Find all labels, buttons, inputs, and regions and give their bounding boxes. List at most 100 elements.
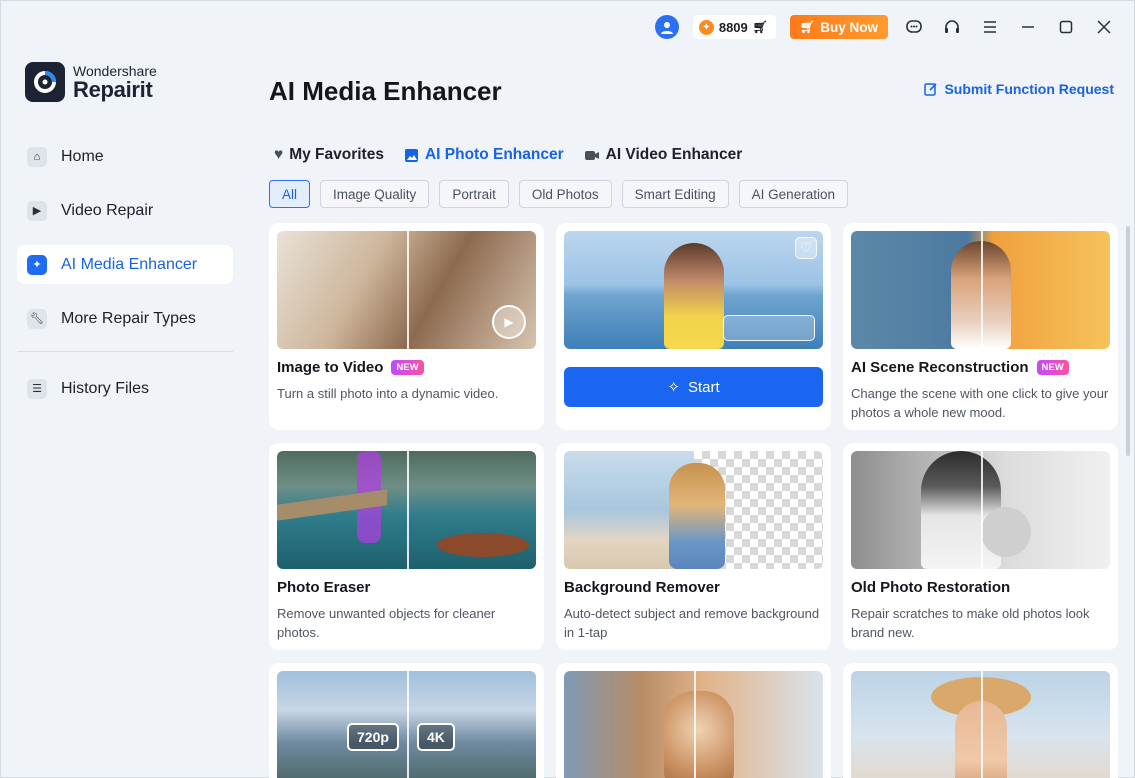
card-old-photo-restoration[interactable]: Old Photo Restoration Repair scratches t… — [843, 443, 1118, 650]
card-title-text: AI Scene Reconstruction — [851, 359, 1029, 376]
card-photo-enhancer[interactable] — [556, 663, 831, 778]
start-button[interactable]: ✧ Start — [564, 367, 823, 407]
card-description: Remove unwanted objects for cleaner phot… — [277, 606, 496, 640]
compare-divider — [406, 451, 409, 569]
boat-shape — [437, 533, 529, 557]
card-photo-eraser[interactable]: Photo Eraser Remove unwanted objects for… — [269, 443, 544, 650]
tab-ai-video-enhancer[interactable]: AI Video Enhancer — [584, 146, 742, 164]
brand-line2: Repairit — [73, 76, 153, 102]
tab-label: My Favorites — [289, 146, 384, 163]
favorite-heart-icon[interactable]: ♡ — [795, 237, 817, 259]
credits-count: 8809 — [718, 19, 748, 35]
baby-figure — [981, 507, 1031, 557]
wrench-icon: 🔧︎ — [27, 308, 47, 329]
card-image-to-video[interactable]: ▶ Image to Video NEW Turn a still photo … — [269, 223, 544, 430]
sidebar-item-label: AI Media Enhancer — [61, 255, 198, 273]
cart-icon: 🛒︎ — [752, 20, 768, 34]
sidebar-item-more-repair-types[interactable]: 🔧︎ More Repair Types — [17, 299, 233, 338]
image-icon — [404, 148, 418, 162]
filter-smart-editing[interactable]: Smart Editing — [621, 180, 729, 208]
image-to-video-thumbnail: ▶ — [277, 231, 536, 349]
play-icon[interactable]: ▶ — [492, 305, 526, 339]
background-remover-thumbnail — [564, 451, 823, 569]
cat-thumbnail — [564, 671, 823, 778]
menu-icon[interactable] — [978, 15, 1002, 39]
buy-now-button[interactable]: 🛒︎ Buy Now — [790, 15, 888, 39]
photo-eraser-thumbnail — [277, 451, 536, 569]
sidebar-item-home[interactable]: ⌂ Home — [17, 137, 233, 176]
app-logo: Wondershare Repairit — [25, 62, 157, 102]
sidebar-item-label: Home — [61, 147, 104, 165]
compare-divider — [406, 671, 409, 778]
buy-now-label: Buy Now — [820, 19, 878, 35]
new-badge: NEW — [1036, 360, 1069, 375]
upscale-thumbnail: 720p 4K — [277, 671, 536, 778]
compare-divider — [693, 671, 696, 778]
play-icon: ▶ — [27, 200, 47, 221]
portrait-thumbnail — [851, 671, 1110, 778]
featured-thumbnail: ♡ — [564, 231, 823, 349]
card-portrait-enhancer[interactable] — [843, 663, 1118, 778]
compare-divider — [980, 451, 983, 569]
card-video-upscaler[interactable]: 720p 4K — [269, 663, 544, 778]
filter-portrait[interactable]: Portrait — [439, 180, 509, 208]
card-title: Background Remover — [564, 579, 823, 596]
sidebar-item-label: Video Repair — [61, 201, 154, 219]
enhancer-tabs: ♥ My Favorites AI Photo Enhancer AI Vide… — [274, 146, 742, 164]
cat-figure — [664, 691, 734, 778]
new-badge: NEW — [391, 360, 424, 375]
card-ai-scene-reconstruction[interactable]: AI Scene Reconstruction NEW Change the s… — [843, 223, 1118, 430]
sidebar-item-history-files[interactable]: ☰ History Files — [17, 369, 233, 408]
resolution-tag-4k: 4K — [417, 723, 455, 751]
card-featured-start[interactable]: ♡ ✧ Start — [556, 223, 831, 430]
feature-grid: ▶ Image to Video NEW Turn a still photo … — [269, 223, 1121, 778]
sidebar-item-label: History Files — [61, 379, 150, 397]
filter-old-photos[interactable]: Old Photos — [518, 180, 612, 208]
user-avatar-icon[interactable] — [654, 15, 679, 39]
card-title-text: Background Remover — [564, 579, 720, 596]
card-title: AI Scene Reconstruction NEW — [851, 359, 1110, 376]
repairit-logo-icon — [25, 62, 65, 102]
cart-icon: 🛒︎ — [800, 20, 816, 34]
start-label: Start — [687, 378, 720, 396]
submit-function-request-link[interactable]: Submit Function Request — [924, 81, 1114, 97]
home-icon: ⌂ — [27, 146, 47, 167]
sidebar-item-label: More Repair Types — [61, 309, 196, 327]
content-scrollbar[interactable] — [1126, 226, 1130, 456]
card-title-text: Old Photo Restoration — [851, 579, 1011, 596]
sparkle-icon: ✧ — [667, 379, 680, 396]
card-background-remover[interactable]: Background Remover Auto-detect subject a… — [556, 443, 831, 650]
resolution-tag-720p: 720p — [347, 723, 399, 751]
edit-icon — [924, 83, 938, 96]
filter-ai-generation[interactable]: AI Generation — [738, 180, 848, 208]
title-bar: ✦ 8809 🛒︎ 🛒︎ Buy Now — [1, 1, 1134, 53]
chat-icon[interactable] — [902, 15, 926, 39]
sidebar-item-ai-media-enhancer[interactable]: ✦ AI Media Enhancer — [17, 245, 233, 284]
filter-image-quality[interactable]: Image Quality — [320, 180, 430, 208]
filter-all[interactable]: All — [269, 180, 311, 208]
sidebar-nav: ⌂ Home ▶ Video Repair ✦ AI Media Enhance… — [17, 137, 233, 423]
credits-badge[interactable]: ✦ 8809 🛒︎ — [692, 15, 776, 39]
minimize-icon[interactable] — [1016, 15, 1040, 39]
compare-divider — [406, 231, 409, 349]
tab-ai-photo-enhancer[interactable]: AI Photo Enhancer — [404, 146, 564, 164]
coin-icon: ✦ — [698, 19, 714, 35]
filter-chips: All Image Quality Portrait Old Photos Sm… — [269, 180, 848, 208]
headset-icon[interactable] — [940, 15, 964, 39]
app-window: ✦ 8809 🛒︎ 🛒︎ Buy Now Wondershare Repairi… — [0, 0, 1135, 778]
tab-my-favorites[interactable]: ♥ My Favorites — [274, 146, 384, 164]
maximize-icon[interactable] — [1054, 15, 1078, 39]
tab-label: AI Photo Enhancer — [424, 146, 564, 163]
video-icon — [584, 150, 599, 160]
card-description: Auto-detect subject and remove backgroun… — [564, 606, 820, 640]
sidebar-divider — [17, 351, 233, 352]
close-icon[interactable] — [1092, 15, 1116, 39]
card-title: Image to Video NEW — [277, 359, 536, 376]
prompt-box — [723, 315, 815, 341]
list-icon: ☰ — [27, 378, 47, 399]
compare-divider — [980, 231, 983, 349]
ai-scene-thumbnail — [851, 231, 1110, 349]
card-title-text: Image to Video — [277, 359, 384, 376]
submit-function-request-label: Submit Function Request — [944, 81, 1114, 97]
sidebar-item-video-repair[interactable]: ▶ Video Repair — [17, 191, 233, 230]
